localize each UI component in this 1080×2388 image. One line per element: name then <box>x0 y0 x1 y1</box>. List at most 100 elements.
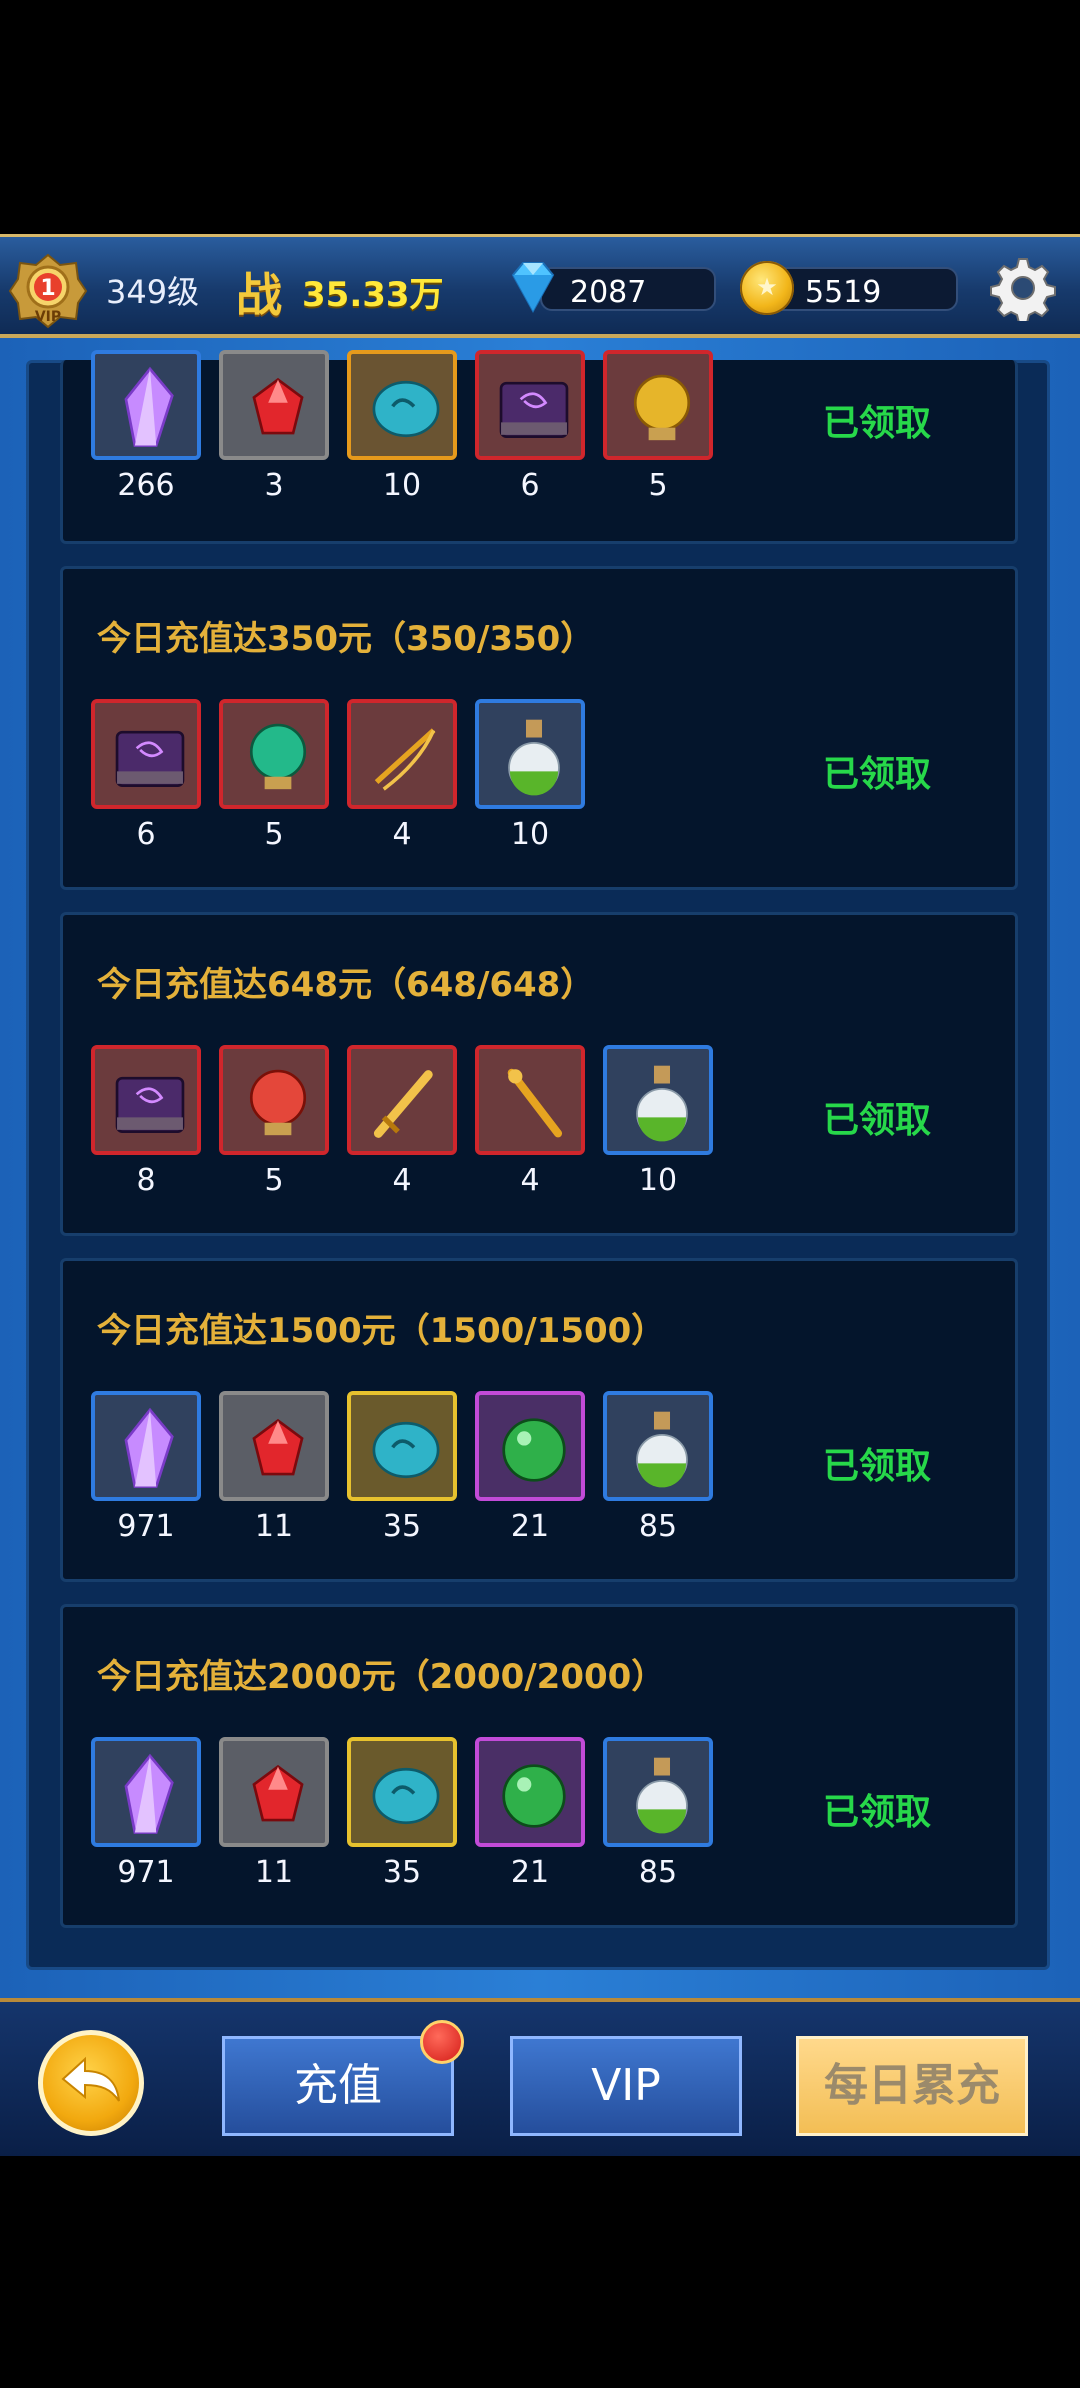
reward-card-title: 今日充值达2000元（2000/2000） <box>97 1657 666 1697</box>
green-potion-icon <box>613 1747 703 1837</box>
reward-item-quantity: 266 <box>117 468 175 503</box>
vip-level-text: 1 <box>40 276 55 301</box>
reward-item-quantity: 85 <box>638 1855 678 1890</box>
reward-item-slot[interactable] <box>603 350 713 460</box>
reward-item-quantity: 4 <box>520 1163 540 1198</box>
reward-card-title: 今日充值达648元（648/648） <box>97 965 595 1005</box>
reward-item-slot[interactable] <box>91 1737 201 1847</box>
gold-orb-icon <box>613 360 703 450</box>
bottom-nav-bar: 充值 VIP 每日累充 <box>0 1998 1080 2156</box>
reward-item-slot[interactable] <box>347 350 457 460</box>
purple-crystal-icon <box>101 360 191 450</box>
reward-item-quantity: 6 <box>136 817 156 852</box>
daily-recharge-tab[interactable]: 每日累充 <box>796 2036 1028 2136</box>
svg-text:VIP: VIP <box>35 309 61 325</box>
golden-bow-icon <box>357 709 447 799</box>
reward-item-quantity: 6 <box>520 468 540 503</box>
reward-item-slot[interactable] <box>91 1391 201 1501</box>
reward-card-648: 今日充值达648元（648/648） 8 5 4 4 10 已领取 <box>60 912 1018 1236</box>
reward-item-quantity: 85 <box>638 1509 678 1544</box>
reward-item-quantity: 21 <box>510 1509 550 1544</box>
reward-item-slot[interactable] <box>475 350 585 460</box>
back-arrow-icon <box>61 2056 120 2102</box>
purple-book-icon <box>101 709 191 799</box>
reward-item-quantity: 4 <box>392 1163 412 1198</box>
reward-item-slot[interactable] <box>603 1391 713 1501</box>
golden-staff-icon <box>485 1055 575 1145</box>
back-button[interactable] <box>38 2030 144 2136</box>
reward-item-slot[interactable] <box>219 699 329 809</box>
notification-dot-icon <box>420 2020 464 2064</box>
diamond-icon <box>511 262 555 314</box>
reward-item-slot[interactable] <box>91 699 201 809</box>
claimed-status: 已领取 <box>823 1446 932 1487</box>
reward-item-slot[interactable] <box>347 1391 457 1501</box>
reward-item-quantity: 10 <box>382 468 422 503</box>
green-potion-icon <box>613 1055 703 1145</box>
reward-item-slot[interactable] <box>475 1045 585 1155</box>
reward-card-350: 今日充值达350元（350/350） 6 5 4 10 已领取 <box>60 566 1018 890</box>
red-gem-icon <box>229 360 319 450</box>
gold-coin-icon: ★ <box>740 261 794 315</box>
reward-item-slot[interactable] <box>91 350 201 460</box>
purple-crystal-icon <box>101 1747 191 1837</box>
reward-item-quantity: 11 <box>254 1855 294 1890</box>
red-gem-icon <box>229 1401 319 1491</box>
power-label: 战 <box>236 268 282 322</box>
green-orb-icon <box>229 709 319 799</box>
reward-item-quantity: 8 <box>136 1163 156 1198</box>
green-potion-icon <box>485 709 575 799</box>
reward-item-slot[interactable] <box>347 1737 457 1847</box>
vip-button[interactable]: VIP <box>510 2036 742 2136</box>
reward-card-1500: 今日充值达1500元（1500/1500） 971 11 35 21 85 已领取 <box>60 1258 1018 1582</box>
reward-item-quantity: 35 <box>382 1509 422 1544</box>
reward-item-slot[interactable] <box>91 1045 201 1155</box>
reward-item-slot[interactable] <box>219 350 329 460</box>
cyan-stone-icon <box>357 360 447 450</box>
red-orb-icon <box>229 1055 319 1145</box>
vip-badge-icon[interactable]: 1 VIP <box>8 251 88 331</box>
claimed-status: 已领取 <box>823 1792 932 1833</box>
reward-item-quantity: 971 <box>117 1509 175 1544</box>
top-status-bar: 1 VIP 349级 战 35.33万 2087 ★ 5519 <box>0 234 1080 338</box>
purple-crystal-icon <box>101 1401 191 1491</box>
cyan-stone-icon <box>357 1747 447 1837</box>
power-value: 35.33万 <box>302 275 444 315</box>
reward-card-partial: 266 3 10 6 5 已领取 <box>60 350 1018 544</box>
green-sphere-icon <box>485 1401 575 1491</box>
reward-item-slot[interactable] <box>347 699 457 809</box>
reward-item-quantity: 10 <box>510 817 550 852</box>
reward-item-slot[interactable] <box>603 1045 713 1155</box>
reward-item-quantity: 971 <box>117 1855 175 1890</box>
claimed-status: 已领取 <box>823 1100 932 1141</box>
reward-item-quantity: 21 <box>510 1855 550 1890</box>
reward-item-slot[interactable] <box>219 1391 329 1501</box>
reward-item-quantity: 5 <box>264 1163 284 1198</box>
green-sphere-icon <box>485 1747 575 1837</box>
reward-item-quantity: 4 <box>392 817 412 852</box>
reward-item-slot[interactable] <box>219 1045 329 1155</box>
green-potion-icon <box>613 1401 703 1491</box>
reward-item-slot[interactable] <box>475 1391 585 1501</box>
reward-item-quantity: 11 <box>254 1509 294 1544</box>
reward-item-quantity: 35 <box>382 1855 422 1890</box>
gold-count: 5519 <box>805 275 882 310</box>
claimed-status: 已领取 <box>823 754 932 795</box>
reward-item-quantity: 3 <box>264 468 284 503</box>
purple-book-icon <box>485 360 575 450</box>
recharge-button[interactable]: 充值 <box>222 2036 454 2136</box>
reward-item-slot[interactable] <box>347 1045 457 1155</box>
reward-item-slot[interactable] <box>475 699 585 809</box>
settings-gear-icon[interactable] <box>990 255 1056 321</box>
purple-book-icon <box>101 1055 191 1145</box>
reward-card-title: 今日充值达1500元（1500/1500） <box>97 1311 666 1351</box>
reward-item-slot[interactable] <box>603 1737 713 1847</box>
claimed-status: 已领取 <box>823 403 932 444</box>
reward-item-slot[interactable] <box>475 1737 585 1847</box>
cyan-stone-icon <box>357 1401 447 1491</box>
reward-item-slot[interactable] <box>219 1737 329 1847</box>
golden-sword-icon <box>357 1055 447 1145</box>
red-gem-icon <box>229 1747 319 1837</box>
reward-card-2000: 今日充值达2000元（2000/2000） 971 11 35 21 85 已领取 <box>60 1604 1018 1928</box>
reward-card-title: 今日充值达350元（350/350） <box>97 619 595 659</box>
